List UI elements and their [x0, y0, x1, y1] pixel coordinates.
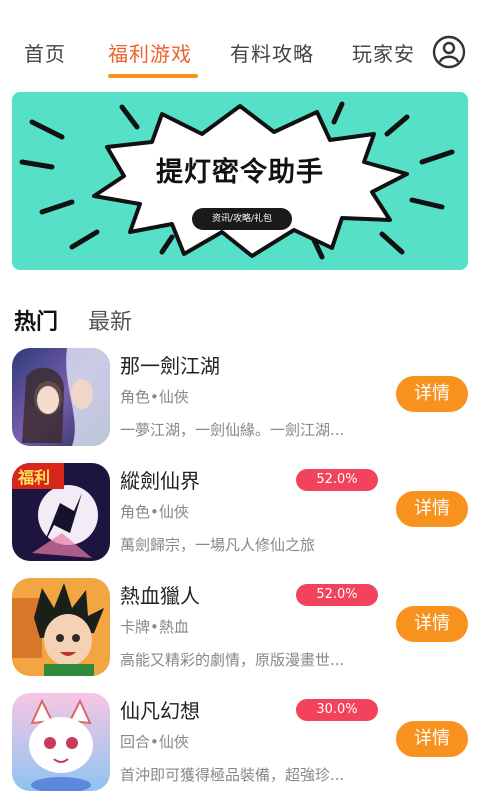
game-description: 萬劍歸宗，一場凡人修仙之旅	[120, 536, 316, 554]
section-tab-hot[interactable]: 热门	[14, 304, 58, 336]
discount-badge: 52.0%	[296, 469, 378, 491]
active-tab-indicator	[108, 74, 198, 78]
game-description: 高能又精彩的劇情，原版漫畫世...	[120, 651, 345, 669]
game-description: 首沖即可獲得極品裝備，超強珍...	[120, 766, 345, 784]
details-button[interactable]: 详情	[396, 376, 468, 412]
section-tab-latest[interactable]: 最新	[88, 304, 132, 336]
game-tag: 回合•仙俠	[120, 733, 189, 751]
tab-welfare-games[interactable]: 福利游戏	[108, 38, 192, 67]
banner-pill: 资讯/攻略/礼包	[192, 208, 292, 230]
welfare-badge: 福利	[17, 468, 50, 487]
game-description: 一夢江湖，一劍仙緣。一劍江湖...	[120, 421, 345, 439]
game-list-item[interactable]: 那一劍江湖 角色•仙俠 一夢江湖，一劍仙緣。一劍江湖... 详情	[0, 348, 480, 448]
top-nav: 首页 福利游戏 有料攻略 玩家安	[0, 0, 480, 84]
user-icon[interactable]	[432, 35, 466, 69]
banner-title: 提灯密令助手	[156, 157, 324, 188]
game-icon	[12, 578, 110, 676]
game-list-item[interactable]: 福利 縱劍仙界 52.0% 角色•仙俠 萬劍歸宗，一場凡人修仙之旅 详情	[0, 463, 480, 563]
game-list-item[interactable]: 仙凡幻想 30.0% 回合•仙俠 首沖即可獲得極品裝備，超強珍... 详情	[0, 693, 480, 793]
tab-player[interactable]: 玩家安	[352, 38, 415, 67]
details-button[interactable]: 详情	[396, 491, 468, 527]
details-button[interactable]: 详情	[396, 606, 468, 642]
game-icon: 福利	[12, 463, 110, 561]
details-button[interactable]: 详情	[396, 721, 468, 757]
game-name: 仙凡幻想	[120, 699, 200, 723]
game-name: 縱劍仙界	[120, 469, 200, 493]
game-tag: 角色•仙俠	[120, 388, 189, 406]
game-name: 熱血獵人	[120, 584, 200, 608]
game-icon	[12, 348, 110, 446]
game-tag: 卡牌•熱血	[120, 618, 189, 636]
promo-banner[interactable]: 提灯密令助手 资讯/攻略/礼包	[12, 92, 468, 270]
game-name: 那一劍江湖	[120, 354, 220, 378]
discount-badge: 52.0%	[296, 584, 378, 606]
game-tag: 角色•仙俠	[120, 503, 189, 521]
tab-home[interactable]: 首页	[24, 38, 66, 67]
game-list-item[interactable]: 熱血獵人 52.0% 卡牌•熱血 高能又精彩的劇情，原版漫畫世... 详情	[0, 578, 480, 678]
game-icon	[12, 693, 110, 791]
tab-guides[interactable]: 有料攻略	[230, 38, 314, 67]
discount-badge: 30.0%	[296, 699, 378, 721]
